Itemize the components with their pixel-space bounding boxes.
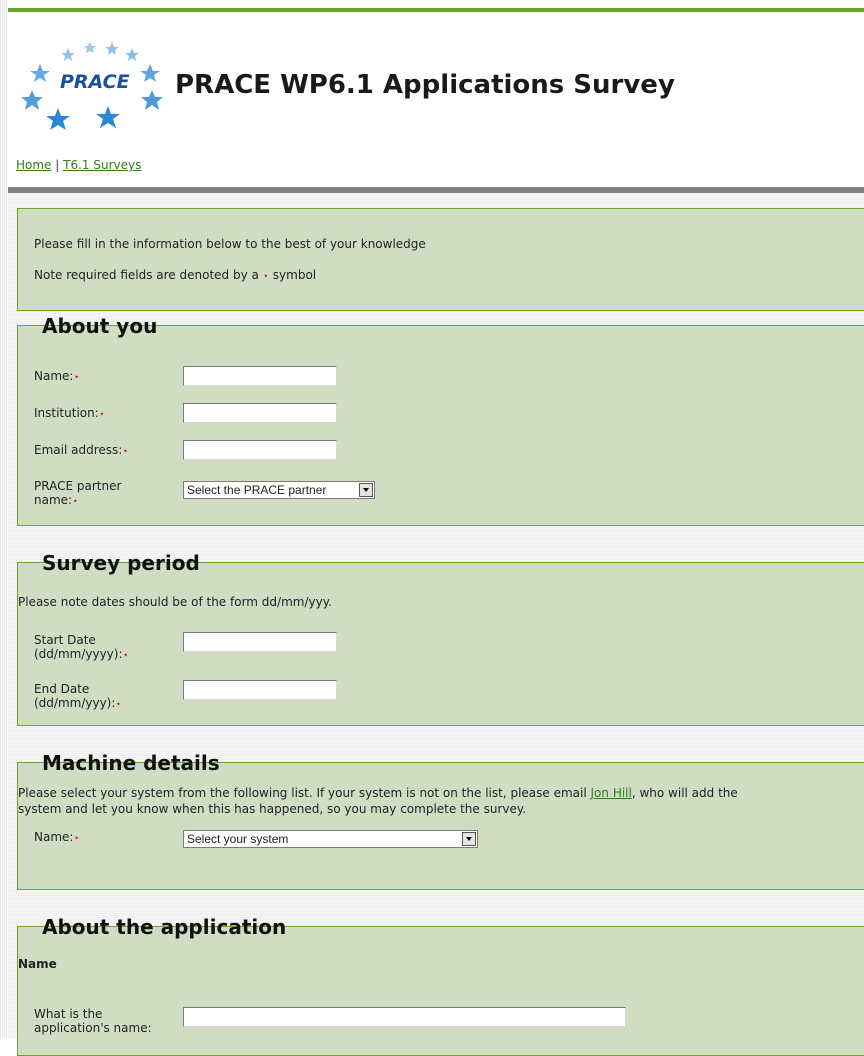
end-date-label: End Date (dd/mm/yyy):⋆ bbox=[34, 682, 122, 710]
required-star-icon: ⋆ bbox=[73, 372, 80, 383]
partner-select[interactable]: Select the PRACE partner bbox=[183, 481, 375, 499]
start-date-field[interactable] bbox=[183, 632, 337, 652]
required-star-icon: ⋆ bbox=[72, 496, 79, 507]
chevron-down-icon[interactable] bbox=[359, 483, 373, 497]
system-name-label: Name:⋆ bbox=[34, 830, 80, 844]
partner-select-value: Select the PRACE partner bbox=[187, 483, 327, 497]
logo-wordmark: PRACE bbox=[60, 71, 130, 93]
required-star-icon: ⋆ bbox=[73, 833, 80, 844]
name-label: Name:⋆ bbox=[34, 369, 80, 383]
application-name-field[interactable] bbox=[183, 1007, 626, 1027]
breadcrumb-surveys-link[interactable]: T6.1 Surveys bbox=[63, 158, 141, 172]
breadcrumb-separator: | bbox=[55, 158, 60, 172]
name-field[interactable] bbox=[183, 366, 337, 386]
star-icon bbox=[61, 48, 75, 61]
institution-field[interactable] bbox=[183, 403, 337, 423]
star-icon bbox=[46, 108, 70, 130]
machine-instructions: Please select your system from the follo… bbox=[18, 786, 738, 800]
page-left-border bbox=[0, 0, 8, 1038]
required-star-icon: ⋆ bbox=[122, 446, 129, 457]
star-icon bbox=[125, 48, 139, 61]
intro-text: Please fill in the information below to … bbox=[34, 237, 426, 251]
star-icon bbox=[21, 90, 43, 110]
machine-details-fieldset: Machine details Please select your syste… bbox=[17, 751, 864, 890]
system-select[interactable]: Select your system bbox=[183, 830, 478, 848]
date-format-note: Please note dates should be of the form … bbox=[18, 595, 332, 609]
about-application-fieldset: About the application Name What is the a… bbox=[17, 915, 864, 1056]
required-note: Note required fields are denoted by a ⋆ … bbox=[34, 268, 316, 282]
application-name-label: What is the application's name: bbox=[34, 1007, 152, 1035]
about-you-legend: About you bbox=[38, 314, 162, 338]
prace-logo: PRACE bbox=[21, 42, 163, 130]
required-star-icon: ⋆ bbox=[122, 650, 129, 661]
breadcrumb-home-link[interactable]: Home bbox=[16, 158, 51, 172]
email-label: Email address:⋆ bbox=[34, 443, 129, 457]
star-icon bbox=[30, 64, 50, 82]
email-field[interactable] bbox=[183, 440, 337, 460]
page-title: PRACE WP6.1 Applications Survey bbox=[175, 70, 675, 100]
chevron-down-icon[interactable] bbox=[462, 832, 476, 846]
survey-period-legend: Survey period bbox=[38, 551, 204, 575]
star-icon bbox=[84, 42, 96, 53]
system-select-value: Select your system bbox=[187, 832, 289, 846]
machine-details-legend: Machine details bbox=[38, 751, 224, 775]
header-accent-bar bbox=[8, 8, 864, 12]
end-date-field[interactable] bbox=[183, 680, 337, 700]
required-note-text-end: symbol bbox=[272, 268, 317, 282]
star-icon bbox=[140, 64, 160, 82]
start-date-label: Start Date (dd/mm/yyyy):⋆ bbox=[34, 633, 129, 661]
star-icon bbox=[105, 42, 119, 55]
required-note-text: Note required fields are denoted by a bbox=[34, 268, 259, 282]
star-icon bbox=[96, 106, 120, 128]
jon-hill-email-link[interactable]: Jon Hill bbox=[591, 786, 632, 800]
breadcrumb: Home | T6.1 Surveys bbox=[16, 158, 141, 172]
institution-label: Institution:⋆ bbox=[34, 406, 106, 420]
intro-box: Please fill in the information below to … bbox=[17, 208, 864, 311]
required-star-icon: ⋆ bbox=[262, 271, 269, 282]
about-you-fieldset: About you Name:⋆ Institution:⋆ Email add… bbox=[17, 314, 864, 526]
required-star-icon: ⋆ bbox=[98, 409, 106, 420]
application-name-heading: Name bbox=[18, 957, 57, 971]
required-star-icon: ⋆ bbox=[115, 699, 122, 710]
survey-period-fieldset: Survey period Please note dates should b… bbox=[17, 551, 864, 726]
about-application-legend: About the application bbox=[38, 915, 291, 939]
star-icon bbox=[141, 90, 163, 110]
machine-instructions-line2: system and let you know when this has ha… bbox=[18, 802, 527, 816]
partner-label: PRACE partner name:⋆ bbox=[34, 479, 122, 507]
